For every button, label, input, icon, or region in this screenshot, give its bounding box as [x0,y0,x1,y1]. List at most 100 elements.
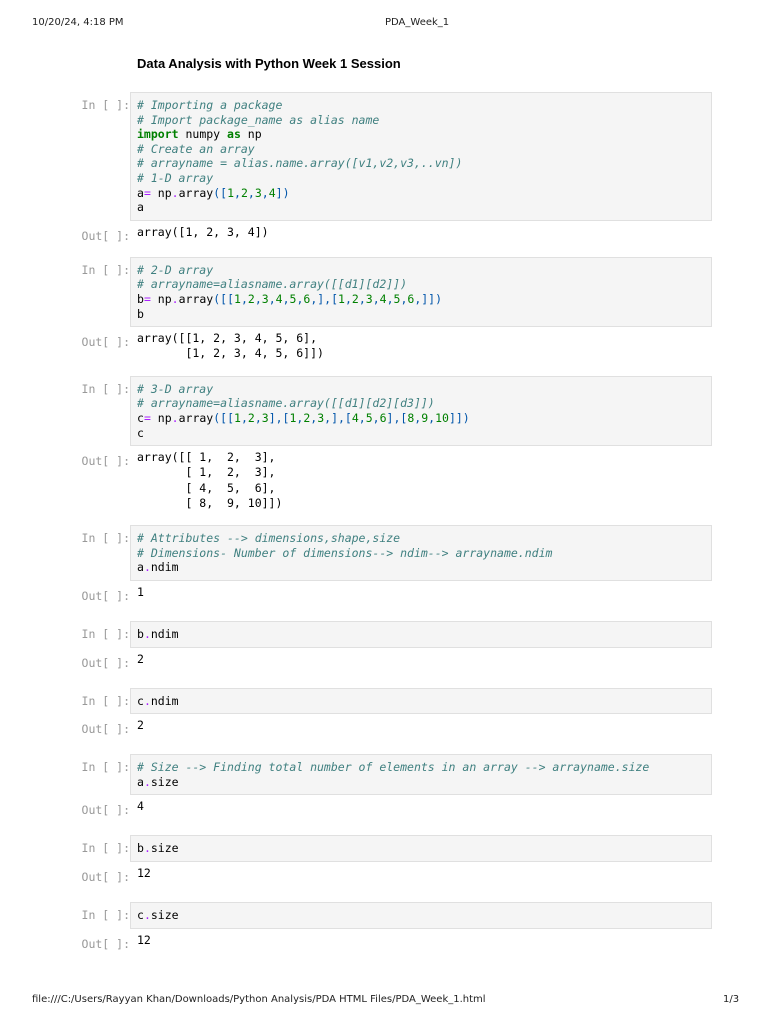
code-token: , [386,291,394,306]
output-cell: Out[ ]: array([1, 2, 3, 4]) [70,221,712,243]
code-token: # Size --> Finding total number of eleme… [137,760,650,775]
input-cell: In [ ]: # 3-D array # arrayname=aliasname.… [70,375,712,447]
output-cell: Out[ ]: 12 [70,862,712,884]
code-token: 4 [268,185,276,200]
output-text: array([[ 1, 2, 3], [ 1, 2, 3], [ 4, 5, 6… [137,450,283,510]
code-token: 2 [247,410,255,425]
code-editor[interactable]: # Importing a package # Import package_na… [130,92,712,221]
output-prompt: Out[ ]: [81,228,130,243]
code-editor[interactable]: # Attributes --> dimensions,shape,size # … [130,525,712,582]
output-prompt: Out[ ]: [81,454,130,469]
code-token: size [150,908,179,923]
code-token: ,],[ [310,291,339,306]
code-token: # Create an array [137,141,255,156]
output-prompt: Out[ ]: [81,803,130,818]
code-token: a [137,774,144,789]
code-token: = [143,185,151,200]
code-token: 10 [435,410,449,425]
output-text: 12 [137,932,151,947]
code-token: , [358,410,366,425]
input-prompt: In [ ]: [81,908,130,923]
code-token: , [240,291,248,306]
input-prompt: In [ ]: [81,98,130,112]
code-token: , [247,185,255,200]
code-token: c [137,908,144,923]
code-line: # arrayname = alias.name.array([v1,v2,v3… [137,156,705,171]
output-text: 1 [137,585,144,600]
code-token: a [137,185,144,200]
code-token: . [143,908,151,923]
code-line: a [137,200,705,215]
code-token: 3 [254,185,262,200]
code-token: . [171,185,179,200]
code-line: a.ndim [137,560,705,575]
code-token: a [137,200,144,215]
print-page-number: 1/3 [723,994,740,1005]
print-datetime: 10/20/24, 4:18 PM [32,17,124,28]
code-line: c= np.array([[1,2,3],[1,2,3,],[4,5,6],[8… [137,411,705,426]
code-token: np [150,410,172,425]
code-editor[interactable]: c.size [130,902,712,929]
code-token: # arrayname = alias.name.array([v1,v2,v3… [137,156,463,171]
input-cell: In [ ]: c.ndim [70,687,712,715]
code-token: , [261,185,269,200]
code-token: ([[ [213,291,234,306]
code-token: b [137,291,144,306]
code-token: ndim [150,693,179,708]
code-token: 2 [240,185,248,200]
code-token: . [143,841,151,856]
code-token: ,]]) [414,291,443,306]
code-token: , [234,185,241,200]
code-line: # Size --> Finding total number of eleme… [137,760,705,775]
code-token: , [268,291,276,306]
code-token: array [178,410,214,425]
code-token: size [150,841,179,856]
code-editor[interactable]: b.ndim [130,621,712,648]
code-token: # arrayname=aliasname.array([[d1][d2][d3… [137,396,435,411]
input-cell: In [ ]: b.size [70,835,712,863]
code-token: np [150,185,172,200]
output-text: 12 [137,866,151,881]
input-prompt: In [ ]: [81,841,130,856]
input-prompt: In [ ]: [81,627,130,642]
code-editor[interactable]: c.ndim [130,687,712,715]
code-line: # Attributes --> dimensions,shape,size [137,531,705,546]
output-cell: Out[ ]: 4 [70,795,712,817]
output-cell: Out[ ]: 1 [70,581,712,603]
code-token: # arrayname=aliasname.array([[d1][d2]]) [137,277,408,292]
code-line: # Import package_name as alias name [137,113,705,128]
code-token: . [143,560,151,575]
code-token: ndim [150,560,179,575]
output-text: 2 [137,651,144,666]
code-token: b [137,306,144,321]
output-text: 4 [137,799,144,814]
output-cell: Out[ ]: array([[ 1, 2, 3], [ 1, 2, 3], [ … [70,446,712,511]
code-token: as [227,127,241,142]
code-line: # 3-D array [137,382,705,397]
output-cell: Out[ ]: 12 [70,929,712,951]
code-token: ],[ [268,410,290,425]
code-editor[interactable]: # 3-D array # arrayname=aliasname.array([… [130,375,712,447]
code-editor[interactable]: b.size [130,835,712,863]
code-line: a.size [137,775,705,790]
code-token: 2 [247,291,255,306]
code-token: ndim [150,627,179,642]
code-line: # Importing a package [137,98,705,113]
input-cell: In [ ]: # Importing a package # Import pac… [70,92,712,221]
code-token: c [137,425,144,440]
code-line: # arrayname=aliasname.array([[d1][d2]]) [137,277,705,292]
code-token: # Import package_name as alias name [137,112,380,127]
output-prompt: Out[ ]: [81,589,130,604]
code-token: array [178,185,214,200]
code-token: . [143,627,151,642]
code-line: b.size [137,841,705,856]
code-token: # Importing a package [137,98,283,112]
code-token: , [358,291,366,306]
code-token: ]) [275,185,290,200]
code-editor[interactable]: # Size --> Finding total number of eleme… [130,754,712,796]
page-title: Data Analysis with Python Week 1 Session [137,56,401,71]
print-doc-title: PDA_Week_1 [385,17,450,28]
code-token: , [282,291,290,306]
code-editor[interactable]: # 2-D array # arrayname=aliasname.array([… [130,256,712,328]
output-prompt: Out[ ]: [81,722,130,737]
